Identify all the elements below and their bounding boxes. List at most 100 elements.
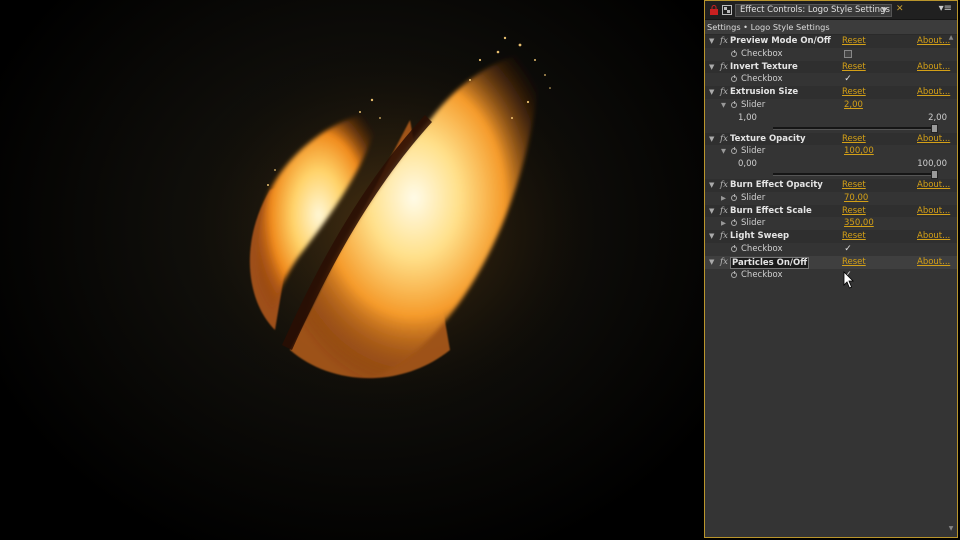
fx-icon[interactable]: fx: [720, 256, 728, 269]
stopwatch-icon[interactable]: [731, 219, 737, 227]
fx-icon[interactable]: fx: [720, 61, 728, 74]
expand-triangle-icon[interactable]: ▼: [709, 133, 714, 146]
effect-row[interactable]: ▼ fx Light Sweep Reset About...: [705, 230, 957, 243]
reset-button[interactable]: Reset: [842, 86, 866, 99]
reset-button[interactable]: Reset: [842, 205, 866, 218]
stopwatch-icon[interactable]: [731, 270, 737, 278]
close-icon[interactable]: ✕: [896, 4, 904, 14]
slider-track[interactable]: [773, 123, 938, 133]
about-button[interactable]: About...: [917, 179, 950, 192]
slider-range-row: 1,00 2,00: [705, 112, 957, 125]
effect-row[interactable]: ▼ fx Burn Effect Opacity Reset About...: [705, 178, 957, 192]
effect-name: Burn Effect Opacity: [730, 179, 823, 190]
fx-icon[interactable]: fx: [720, 133, 728, 146]
slider-track-row: [705, 123, 957, 133]
lock-icon[interactable]: [709, 5, 719, 15]
fx-icon[interactable]: fx: [720, 230, 728, 243]
effect-row[interactable]: ▼ fx Burn Effect Scale Reset About...: [705, 204, 957, 218]
effect-row[interactable]: ▼ fx Particles On/Off Reset About...: [705, 255, 957, 269]
mouse-cursor-icon: [843, 271, 854, 289]
scrollbar[interactable]: ▲ ▼: [947, 34, 955, 532]
stopwatch-icon[interactable]: [731, 100, 737, 108]
effect-name: Preview Mode On/Off: [730, 36, 831, 46]
slider-value[interactable]: 350,00: [844, 217, 874, 230]
panel-menu-icon[interactable]: ▾≡: [939, 3, 952, 14]
slider-range-row: 0,00 100,00: [705, 158, 957, 171]
scroll-up-icon[interactable]: ▲: [947, 34, 955, 41]
reset-button[interactable]: Reset: [842, 133, 866, 146]
effect-row[interactable]: ▼ fx Invert Texture Reset About...: [705, 60, 957, 74]
slider-handle[interactable]: [931, 123, 938, 133]
about-button[interactable]: About...: [917, 230, 950, 243]
scroll-down-icon[interactable]: ▼: [947, 525, 955, 532]
parameter-label: Slider: [741, 218, 766, 229]
parameter-label: Checkbox: [741, 269, 783, 280]
expand-triangle-icon[interactable]: ▼: [709, 35, 714, 48]
reset-button[interactable]: Reset: [842, 256, 866, 269]
expand-triangle-icon[interactable]: ▼: [709, 256, 714, 269]
panel-tab-bar: Effect Controls: Logo Style Settings ▼ ✕…: [705, 1, 957, 20]
parameter-row: ▼ Slider 100,00: [705, 145, 957, 158]
fx-icon[interactable]: fx: [720, 205, 728, 218]
effect-controls-icon: [722, 5, 732, 15]
about-button[interactable]: About...: [917, 256, 950, 269]
parameter-label: Checkbox: [741, 243, 783, 254]
parameter-label: Checkbox: [741, 48, 783, 59]
slider-track[interactable]: [773, 169, 938, 179]
reset-button[interactable]: Reset: [842, 35, 866, 48]
composition-viewer[interactable]: [0, 0, 704, 540]
effect-row[interactable]: ▼ fx Extrusion Size Reset About...: [705, 86, 957, 99]
slider-value[interactable]: 100,00: [844, 145, 874, 158]
slider-handle[interactable]: [931, 169, 938, 179]
expand-triangle-icon[interactable]: ▼: [709, 86, 714, 99]
about-button[interactable]: About...: [917, 205, 950, 218]
slider-track-row: [705, 169, 957, 179]
parameter-row: Checkbox ✓: [705, 269, 957, 282]
checkbox[interactable]: ✓: [844, 244, 852, 253]
reset-button[interactable]: Reset: [842, 61, 866, 74]
effect-name: Texture Opacity: [730, 133, 806, 144]
about-button[interactable]: About...: [917, 86, 950, 99]
stopwatch-icon[interactable]: [731, 75, 737, 83]
checkbox[interactable]: [844, 49, 852, 58]
expand-triangle-icon[interactable]: ▼: [721, 99, 726, 112]
expand-triangle-icon[interactable]: ▼: [709, 179, 714, 192]
checkbox[interactable]: ✓: [844, 75, 852, 84]
breadcrumb: Settings • Logo Style Settings: [705, 20, 957, 35]
chevron-down-icon[interactable]: ▼: [882, 5, 887, 16]
parameter-row: Checkbox: [705, 48, 957, 61]
expand-triangle-icon[interactable]: ▼: [709, 230, 714, 243]
effect-name: Invert Texture: [730, 61, 798, 72]
collapse-triangle-icon[interactable]: ▶: [721, 217, 726, 230]
effect-controls-tab[interactable]: Effect Controls: Logo Style Settings ▼: [735, 4, 892, 17]
reset-button[interactable]: Reset: [842, 179, 866, 192]
parameter-label: Slider: [741, 192, 766, 203]
fx-icon[interactable]: fx: [720, 35, 728, 48]
parameter-label: Slider: [741, 146, 766, 157]
collapse-triangle-icon[interactable]: ▶: [721, 192, 726, 205]
about-button[interactable]: About...: [917, 61, 950, 74]
stopwatch-icon[interactable]: [731, 244, 737, 252]
effects-list: ▼ fx Preview Mode On/Off Reset About... Check…: [705, 35, 957, 281]
effect-row[interactable]: ▼ fx Texture Opacity Reset About...: [705, 132, 957, 146]
reset-button[interactable]: Reset: [842, 230, 866, 243]
parameter-label: Slider: [741, 99, 766, 110]
slider-value[interactable]: 2,00: [844, 99, 863, 112]
about-button[interactable]: About...: [917, 35, 950, 48]
expand-triangle-icon[interactable]: ▼: [709, 61, 714, 74]
effect-name: Light Sweep: [730, 231, 790, 242]
parameter-row: ▶ Slider 70,00: [705, 192, 957, 205]
stopwatch-icon[interactable]: [731, 193, 737, 201]
fx-icon[interactable]: fx: [720, 179, 728, 192]
expand-triangle-icon[interactable]: ▼: [709, 205, 714, 218]
stopwatch-icon[interactable]: [731, 49, 737, 57]
parameter-row: ▶ Slider 350,00: [705, 217, 957, 230]
about-button[interactable]: About...: [917, 133, 950, 146]
effect-name: Burn Effect Scale: [730, 205, 812, 216]
effect-controls-panel: Effect Controls: Logo Style Settings ▼ ✕…: [704, 0, 958, 538]
slider-value[interactable]: 70,00: [844, 192, 868, 205]
stopwatch-icon[interactable]: [731, 147, 737, 155]
effect-row[interactable]: ▼ fx Preview Mode On/Off Reset About...: [705, 35, 957, 48]
fx-icon[interactable]: fx: [720, 86, 728, 99]
expand-triangle-icon[interactable]: ▼: [721, 145, 726, 158]
